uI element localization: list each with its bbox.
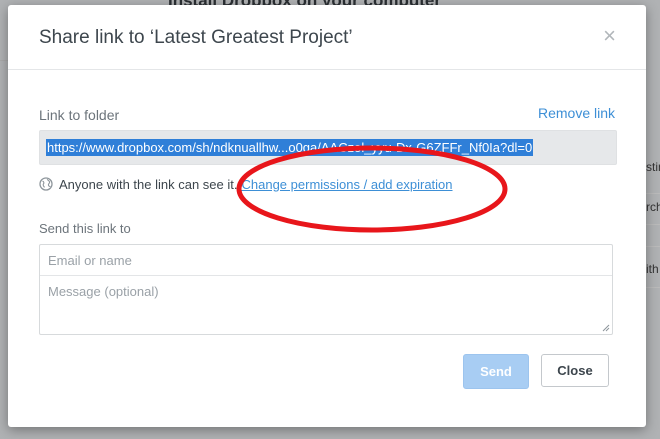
- close-button[interactable]: Close: [541, 354, 609, 387]
- send-button[interactable]: Send: [463, 354, 529, 389]
- permission-text: Anyone with the link can see it.: [59, 176, 238, 192]
- message-input[interactable]: [40, 277, 612, 334]
- background-divider: [0, 60, 8, 101]
- recipient-form: [39, 244, 613, 335]
- remove-link-button[interactable]: Remove link: [538, 105, 615, 121]
- background-field: [646, 246, 660, 288]
- permission-row: Anyone with the link can see it. Change …: [39, 175, 453, 193]
- dialog-title: Share link to ‘Latest Greatest Project’: [39, 27, 353, 48]
- link-to-folder-label: Link to folder: [39, 107, 120, 123]
- share-link-dialog: Share link to ‘Latest Greatest Project’ …: [8, 5, 646, 427]
- link-url-field[interactable]: https://www.dropbox.com/sh/ndknuallhw...…: [39, 130, 617, 165]
- globe-icon: [39, 177, 53, 191]
- background-fragment: stin: [646, 160, 660, 174]
- send-link-label: Send this link to: [39, 221, 131, 236]
- dialog-header: Share link to ‘Latest Greatest Project’ …: [8, 5, 646, 70]
- resize-grip-icon[interactable]: [602, 324, 610, 332]
- email-or-name-input[interactable]: [40, 245, 612, 276]
- close-icon[interactable]: ×: [603, 25, 616, 47]
- background-field: [646, 193, 660, 225]
- link-url-text[interactable]: https://www.dropbox.com/sh/ndknuallhw...…: [46, 139, 534, 156]
- change-permissions-link[interactable]: Change permissions / add expiration: [242, 177, 453, 192]
